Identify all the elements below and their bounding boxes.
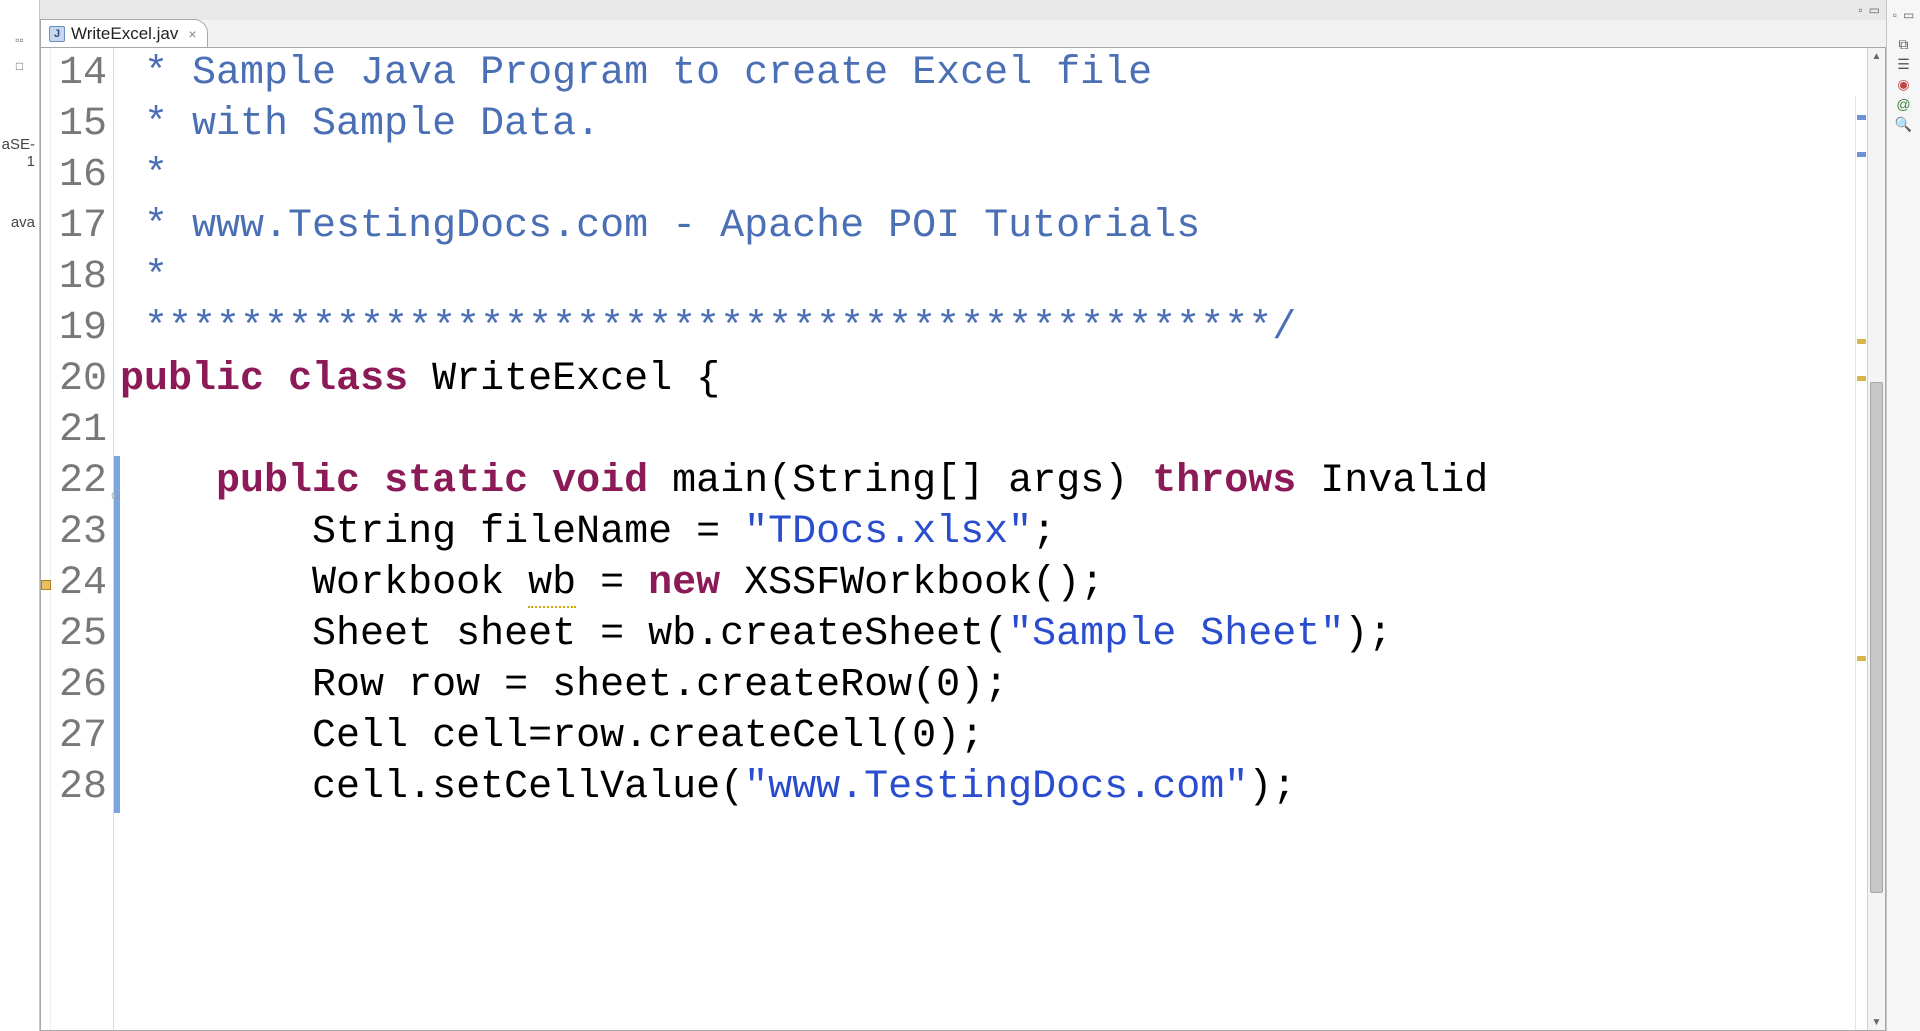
editor-tab-writeexcel[interactable]: J WriteExcel.jav × <box>40 19 208 47</box>
editor-tab-bar: J WriteExcel.jav × <box>40 20 1886 48</box>
overview-mark[interactable] <box>1857 115 1866 120</box>
view-controls-icon[interactable]: ▫▫ <box>0 30 39 50</box>
breakpoint-icon[interactable]: ◉ <box>1893 74 1915 94</box>
code-line[interactable]: * with Sample Data. <box>120 99 1867 150</box>
maximize-icon[interactable]: ▭ <box>1869 3 1880 17</box>
line-number[interactable]: 27 <box>59 711 107 762</box>
code-line[interactable]: Workbook wb = new XSSFWorkbook(); <box>120 558 1867 609</box>
minimize-icon[interactable]: ▫ <box>1858 3 1862 17</box>
overview-mark[interactable] <box>1857 656 1866 661</box>
code-line[interactable]: ****************************************… <box>120 303 1867 354</box>
code-editor[interactable]: 141516171819202122○232425262728 * Sample… <box>40 48 1886 1031</box>
line-number[interactable]: 28 <box>59 762 107 813</box>
line-number[interactable]: 23 <box>59 507 107 558</box>
right-toolbar: ▫ ▭ ⧉☰◉@🔍 <box>1886 0 1920 1031</box>
line-number-gutter[interactable]: 141516171819202122○232425262728 <box>51 48 114 1030</box>
scroll-up-icon[interactable]: ▲ <box>1868 48 1885 64</box>
view-box-icon[interactable]: □ <box>0 56 39 76</box>
line-number[interactable]: 14 <box>59 48 107 99</box>
editor-area: ▫ ▭ J WriteExcel.jav × 14151617181920212… <box>40 0 1886 1031</box>
overview-mark[interactable] <box>1857 376 1866 381</box>
code-line[interactable]: * <box>120 150 1867 201</box>
code-line[interactable]: cell.setCellValue("www.TestingDocs.com")… <box>120 762 1867 813</box>
line-number[interactable]: 21 <box>59 405 107 456</box>
code-line[interactable]: * Sample Java Program to create Excel fi… <box>120 48 1867 99</box>
search-icon[interactable]: 🔍 <box>1893 114 1915 134</box>
left-label-2: ava <box>0 214 39 231</box>
code-line[interactable] <box>120 405 1867 456</box>
java-file-icon: J <box>49 26 65 42</box>
line-number[interactable]: 26 <box>59 660 107 711</box>
line-number[interactable]: 16 <box>59 150 107 201</box>
code-line[interactable]: Row row = sheet.createRow(0); <box>120 660 1867 711</box>
editor-view-toolbar: ▫ ▭ <box>40 0 1886 20</box>
left-label-1: aSE-1 <box>0 136 39 170</box>
outline-icon[interactable]: ⧉ <box>1893 34 1915 54</box>
vertical-scrollbar[interactable]: ▲ ▼ <box>1867 48 1885 1030</box>
code-line[interactable]: Sheet sheet = wb.createSheet("Sample She… <box>120 609 1867 660</box>
scroll-down-icon[interactable]: ▼ <box>1868 1014 1885 1030</box>
line-number[interactable]: 24 <box>59 558 107 609</box>
code-content[interactable]: * Sample Java Program to create Excel fi… <box>120 48 1867 1030</box>
annotation-ruler[interactable] <box>41 48 51 1030</box>
line-number[interactable]: 22○ <box>59 456 107 507</box>
warning-icon[interactable] <box>41 580 51 590</box>
scrollbar-thumb[interactable] <box>1870 382 1883 893</box>
overview-ruler[interactable] <box>1855 96 1867 1030</box>
code-line[interactable]: * www.TestingDocs.com - Apache POI Tutor… <box>120 201 1867 252</box>
close-icon[interactable]: × <box>184 26 196 42</box>
code-line[interactable]: public static void main(String[] args) t… <box>120 456 1867 507</box>
line-number[interactable]: 17 <box>59 201 107 252</box>
code-line[interactable]: Cell cell=row.createCell(0); <box>120 711 1867 762</box>
minimize-icon[interactable]: ▫ <box>1893 8 1897 22</box>
code-line[interactable]: String fileName = "TDocs.xlsx"; <box>120 507 1867 558</box>
right-window-controls[interactable]: ▫ ▭ <box>1893 8 1915 22</box>
overview-mark[interactable] <box>1857 152 1866 157</box>
overview-mark[interactable] <box>1857 339 1866 344</box>
code-line[interactable]: public class WriteExcel { <box>120 354 1867 405</box>
code-line[interactable]: * <box>120 252 1867 303</box>
fold-icon[interactable]: ○ <box>110 472 121 523</box>
line-number[interactable]: 18 <box>59 252 107 303</box>
line-number[interactable]: 25 <box>59 609 107 660</box>
editor-window-controls[interactable]: ▫ ▭ <box>1858 3 1880 17</box>
at-icon[interactable]: @ <box>1893 94 1915 114</box>
package-explorer-collapsed[interactable]: ▫▫ □ aSE-1 ava <box>0 0 40 1031</box>
task-list-icon[interactable]: ☰ <box>1893 54 1915 74</box>
maximize-icon[interactable]: ▭ <box>1903 8 1914 22</box>
line-number[interactable]: 15 <box>59 99 107 150</box>
tab-label: WriteExcel.jav <box>71 24 178 44</box>
line-number[interactable]: 19 <box>59 303 107 354</box>
line-number[interactable]: 20 <box>59 354 107 405</box>
